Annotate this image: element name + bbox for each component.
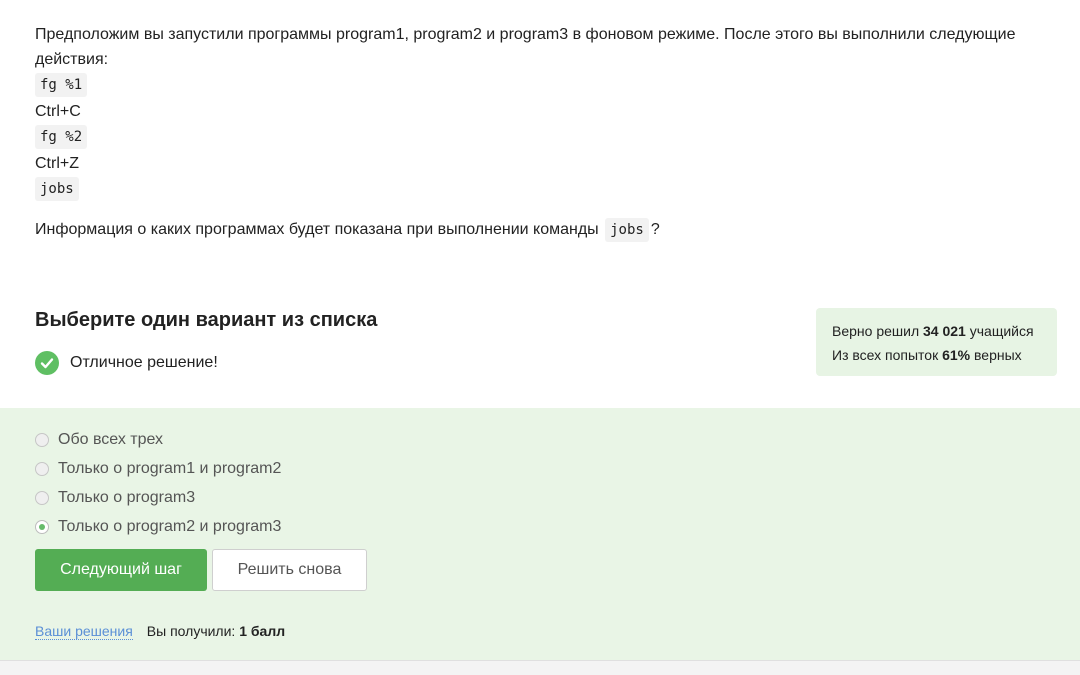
radio-button[interactable] [35,490,49,505]
option-label: Только о program2 и program3 [58,517,282,535]
code-snippet: fg %2 [35,125,88,149]
step-2: Ctrl+C [35,103,81,120]
option-item[interactable]: Только о program3 [35,483,281,512]
feedback-text: Отличное решение! [70,354,218,371]
stats-solved: Верно решил 34 021 учащийся [832,323,1034,339]
option-label: Обо всех трех [58,430,164,448]
option-label: Только о program3 [58,488,196,506]
next-step-button[interactable]: Следующий шаг [35,549,207,591]
step-4: Ctrl+Z [35,155,79,172]
question-text: Предположим вы запустили программы progr… [35,22,1045,242]
score-info: Вы получили: 1 балл [146,623,286,639]
bottom-bar [0,660,1080,675]
task-heading: Выберите один вариант из списка [35,309,378,331]
feedback-message: Отличное решение! [35,351,218,375]
your-solutions-link[interactable]: Ваши решения [35,623,133,640]
code-snippet: jobs [35,177,79,201]
radio-button-checked[interactable] [35,519,49,534]
options-list: Обо всех трех Только о program1 и progra… [35,425,281,541]
step-1: fg %1 [35,72,1045,99]
radio-button[interactable] [35,461,49,476]
check-icon [35,351,59,375]
retry-button[interactable]: Решить снова [212,549,367,591]
question-ask: Информация о каких программах будет пока… [35,217,1045,242]
stats-panel: Верно решил 34 021 учащийся Из всех попы… [816,308,1057,376]
page: Предположим вы запустили программы progr… [0,0,1080,675]
radio-button[interactable] [35,432,49,447]
answer-area: Обо всех трех Только о program1 и progra… [0,408,1080,660]
step-5: jobs [35,176,1045,203]
code-snippet: jobs [605,218,649,242]
result-footer: Ваши решения Вы получили: 1 балл [35,623,285,640]
option-item[interactable]: Только о program1 и program2 [35,454,281,483]
option-item[interactable]: Обо всех трех [35,425,281,454]
option-item-selected[interactable]: Только о program2 и program3 [35,512,281,541]
option-label: Только о program1 и program2 [58,459,282,477]
step-3: fg %2 [35,124,1045,151]
question-intro: Предположим вы запустили программы progr… [35,26,1016,68]
code-snippet: fg %1 [35,73,88,97]
stats-attempts: Из всех попыток 61% верных [832,347,1022,363]
score-value: 1 балл [239,623,286,639]
